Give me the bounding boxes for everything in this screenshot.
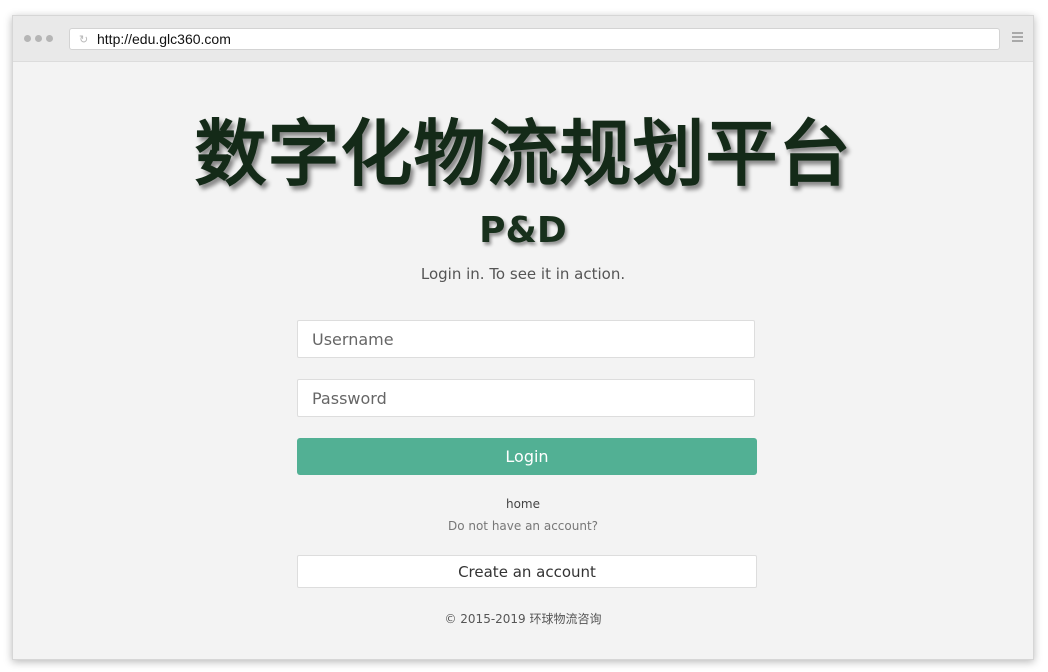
- login-subtitle: Login in. To see it in action.: [420, 265, 626, 283]
- window-controls: [24, 35, 53, 42]
- create-account-button[interactable]: Create an account: [297, 555, 757, 588]
- browser-toolbar: ↻ http://edu.glc360.com: [13, 16, 1033, 62]
- login-button[interactable]: Login: [297, 438, 757, 475]
- no-account-text: Do not have an account?: [447, 519, 599, 533]
- username-input[interactable]: [297, 320, 755, 358]
- address-bar[interactable]: ↻ http://edu.glc360.com: [69, 28, 1000, 50]
- hamburger-menu-icon[interactable]: [1012, 32, 1023, 42]
- window-dot-icon[interactable]: [46, 35, 53, 42]
- login-page: 数字化物流规划平台 P&D Login in. To see it in act…: [13, 62, 1033, 659]
- password-input[interactable]: [297, 379, 755, 417]
- home-link[interactable]: home: [13, 497, 1033, 511]
- reload-icon[interactable]: ↻: [79, 34, 90, 45]
- page-title: 数字化物流规划平台: [194, 112, 852, 196]
- window-dot-icon[interactable]: [24, 35, 31, 42]
- logo: P&D: [479, 210, 567, 251]
- browser-window: ↻ http://edu.glc360.com 数字化物流规划平台 P&D Lo…: [12, 15, 1034, 660]
- window-dot-icon[interactable]: [35, 35, 42, 42]
- url-text[interactable]: http://edu.glc360.com: [97, 31, 231, 47]
- copyright-text: © 2015-2019 环球物流咨询: [444, 612, 602, 626]
